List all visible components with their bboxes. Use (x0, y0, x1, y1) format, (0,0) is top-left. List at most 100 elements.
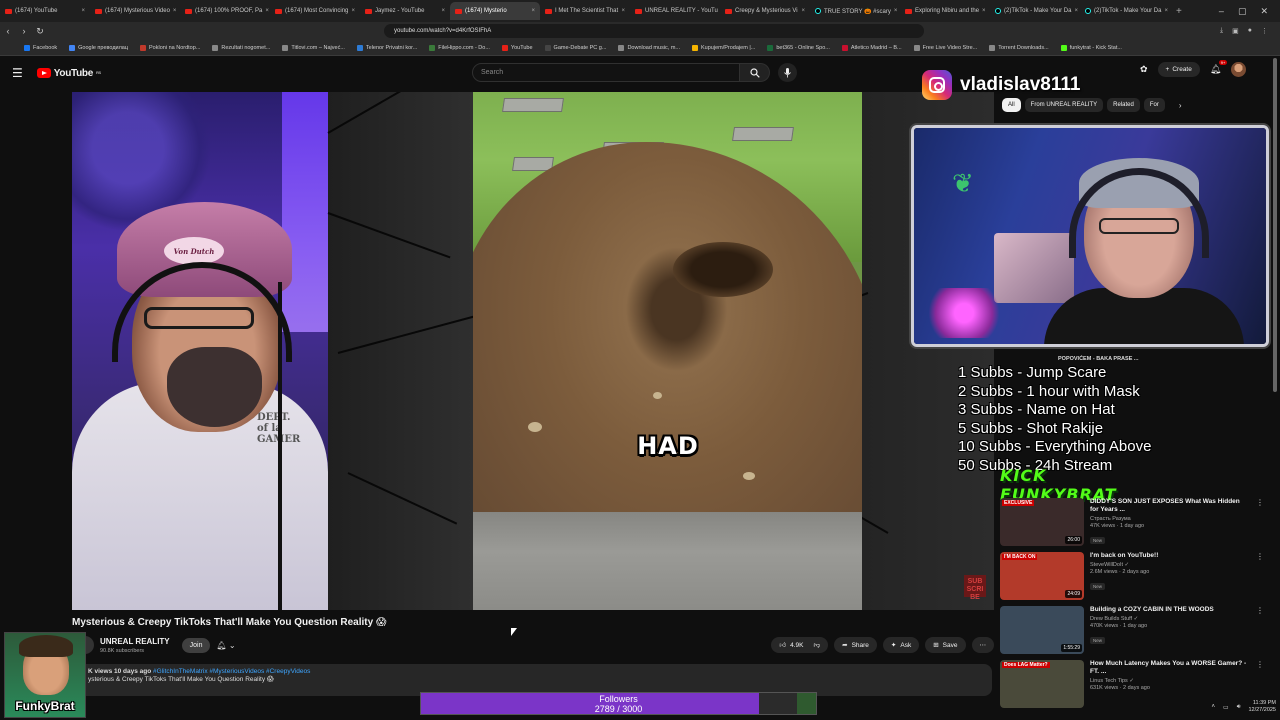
create-button[interactable]: + Create (1157, 62, 1200, 77)
bookmark-item[interactable]: Telenor Privatni kor... (356, 44, 417, 51)
thumbs-down-icon[interactable]: 👎︎ (814, 641, 821, 649)
maximize-icon[interactable]: ▢ (1238, 6, 1247, 17)
forward-icon[interactable]: › (16, 26, 32, 36)
network-icon[interactable]: ▭ (1223, 704, 1229, 711)
like-button[interactable]: 👍︎ 4.9K 👎︎ (771, 637, 829, 653)
browser-tab[interactable]: I Met The Scientist That × (540, 2, 630, 20)
browser-tab[interactable]: Exploring Nibiru and the × (900, 2, 990, 20)
more-options-icon[interactable]: ⋮ (1256, 552, 1264, 561)
tab-close-icon[interactable]: × (801, 8, 805, 14)
tab-close-icon[interactable]: × (894, 8, 898, 14)
new-tab-button[interactable]: + (1170, 6, 1188, 17)
youtube-logo[interactable]: YouTube RS (36, 68, 101, 79)
bookmark-item[interactable]: Download music, m... (618, 44, 680, 51)
extensions-icon[interactable]: ▣ (1232, 27, 1239, 35)
ask-button[interactable]: ✦ Ask (882, 637, 920, 653)
clock-date: 12/27/2025 (1248, 707, 1276, 713)
minimize-icon[interactable]: – (1219, 6, 1224, 17)
chevron-right-icon[interactable]: › (1179, 101, 1182, 110)
bookmark-item[interactable]: Titlovi.com – Najveć... (282, 44, 345, 51)
voice-search-button[interactable] (778, 63, 797, 82)
reload-icon[interactable]: ↻ (32, 26, 48, 37)
video-thumbnail[interactable]: 1:55:29 (1000, 606, 1084, 654)
browser-tab[interactable]: Creepy & Mysterious Vi × (720, 2, 810, 20)
browser-tab[interactable]: (1674) YouTube × (0, 2, 90, 20)
browser-tab[interactable]: UNREAL REALITY - YouTu× (630, 2, 720, 20)
tab-close-icon[interactable]: × (173, 8, 177, 14)
tab-close-icon[interactable]: × (1164, 8, 1168, 14)
plus-icon: + (1165, 66, 1170, 73)
bookmark-item[interactable]: YouTube (501, 44, 533, 51)
notifications-button[interactable]: 🔔︎ 9+ (1210, 60, 1228, 75)
tab-label: Jaymez - YouTube (375, 8, 425, 14)
profile-icon[interactable]: ● (1248, 27, 1252, 35)
subscribe-watermark[interactable]: SUB SCRI BE (964, 575, 986, 601)
bookmark-item[interactable]: bet365 - Online Spo... (767, 44, 830, 51)
join-button[interactable]: Join (181, 637, 211, 653)
tab-close-icon[interactable]: × (441, 8, 445, 14)
browser-tab[interactable]: (1674) Mysterio × (450, 2, 540, 20)
filter-chip[interactable]: Related (1107, 98, 1140, 112)
browser-tab[interactable]: (1674) Mysterious Video × (90, 2, 180, 20)
page-scrollbar[interactable] (1273, 58, 1277, 392)
bookmark-item[interactable]: Torrent Downloads... (989, 44, 1049, 51)
video-caption: HAD (637, 432, 699, 460)
bookmark-item[interactable]: Facebook (24, 44, 57, 51)
system-clock[interactable]: 11:39 PM 12/27/2025 (1248, 700, 1276, 714)
browser-tab[interactable]: (2)TikTok - Make Your Da × (990, 2, 1080, 20)
close-window-icon[interactable]: ✕ (1260, 6, 1268, 17)
bookmark-icon: ⊞ (933, 642, 939, 649)
filter-chip[interactable]: For (1143, 98, 1165, 112)
tab-close-icon[interactable]: × (81, 8, 85, 14)
filter-chip[interactable]: All (1002, 98, 1021, 112)
tab-close-icon[interactable]: × (1074, 8, 1078, 14)
tab-close-icon[interactable]: × (351, 8, 355, 14)
share-button[interactable]: ➦ Share (834, 637, 877, 653)
url-field[interactable]: youtube.com/watch?v=d4KrfOSIFhA (384, 24, 924, 38)
browser-tab[interactable]: Jaymez - YouTube × (360, 2, 450, 20)
subscription-bell-button[interactable]: 🔔︎ ⌄ (216, 641, 235, 650)
bookmark-item[interactable]: Google преводилац (69, 44, 128, 51)
browser-tab[interactable]: (1674) 100% PROOF, Pa × (180, 2, 270, 20)
tab-close-icon[interactable]: × (531, 8, 535, 14)
bookmark-item[interactable]: funkytrat - Kick Stat... (1060, 44, 1122, 51)
account-avatar[interactable] (1231, 62, 1247, 77)
video-thumbnail[interactable]: Does LAG Matter? (1000, 660, 1084, 708)
bookmark-item[interactable]: Game-Debate PC g... (544, 44, 606, 51)
video-player[interactable]: DEPT.of laGAMER Von Dutch HAD SUBSCRIB (72, 92, 994, 610)
bookmark-item[interactable]: Pokloni na Nordtop... (140, 44, 200, 51)
download-icon[interactable]: ⤓ (1220, 27, 1223, 35)
bookmark-item[interactable]: Kupujem/Prodajem |... (692, 44, 755, 51)
recommendation-item[interactable]: I'M BACK ON 24:09 I'm back on YouTube!! Ste… (1000, 552, 1270, 604)
video-thumbnail[interactable]: I'M BACK ON 24:09 (1000, 552, 1084, 600)
back-icon[interactable]: ‹ (0, 26, 16, 36)
hamburger-menu-icon[interactable]: ☰ (12, 66, 23, 80)
channel-name[interactable]: UNREAL REALITY (100, 637, 170, 646)
more-options-icon[interactable]: ⋮ (1256, 498, 1264, 507)
bookmark-item[interactable]: FileHippo.com - Do... (429, 44, 490, 51)
browser-tab[interactable]: (1674) Most Convincing × (270, 2, 360, 20)
recommendation-item[interactable]: EXCLUSIVE 26:00 DIDDY'S SON JUST EXPOSES W… (1000, 498, 1270, 550)
bookmark-item[interactable]: Free Live Video Stre... (913, 44, 977, 51)
chevron-up-icon[interactable]: ˄ (1212, 704, 1216, 710)
search-input[interactable]: Search (472, 63, 740, 82)
more-options-icon[interactable]: ⋮ (1256, 606, 1264, 615)
search-button[interactable] (740, 63, 770, 82)
tab-close-icon[interactable]: × (621, 8, 625, 14)
tab-close-icon[interactable]: × (982, 8, 986, 14)
extension-gear-icon[interactable]: ✿ (1140, 64, 1148, 75)
more-options-icon[interactable]: ⋮ (1256, 660, 1264, 669)
save-button[interactable]: ⊞ Save (925, 637, 966, 653)
bookmark-item[interactable]: Atletico Madrid – B... (841, 44, 902, 51)
tab-close-icon[interactable]: × (265, 8, 269, 14)
menu-icon[interactable]: ⋮ (1261, 27, 1268, 35)
browser-tab[interactable]: (2)TikTok - Make Your Da × (1080, 2, 1170, 20)
recommendation-item[interactable]: 1:55:29 Building a COZY CABIN IN THE WOOD… (1000, 606, 1270, 658)
browser-tab[interactable]: TRUE STORY 🎃 #scary × (810, 2, 900, 20)
bookmark-item[interactable]: Rezultati nogomet... (212, 44, 270, 51)
volume-icon[interactable]: 🔊︎ (1237, 704, 1241, 711)
description-tags[interactable]: #GlitchInTheMatrix #MysteriousVideos #Cr… (153, 668, 310, 675)
more-actions-button[interactable]: ⋯ (971, 637, 994, 653)
filter-chip[interactable]: From UNREAL REALITY (1024, 98, 1104, 112)
video-thumbnail[interactable]: EXCLUSIVE 26:00 (1000, 498, 1084, 546)
